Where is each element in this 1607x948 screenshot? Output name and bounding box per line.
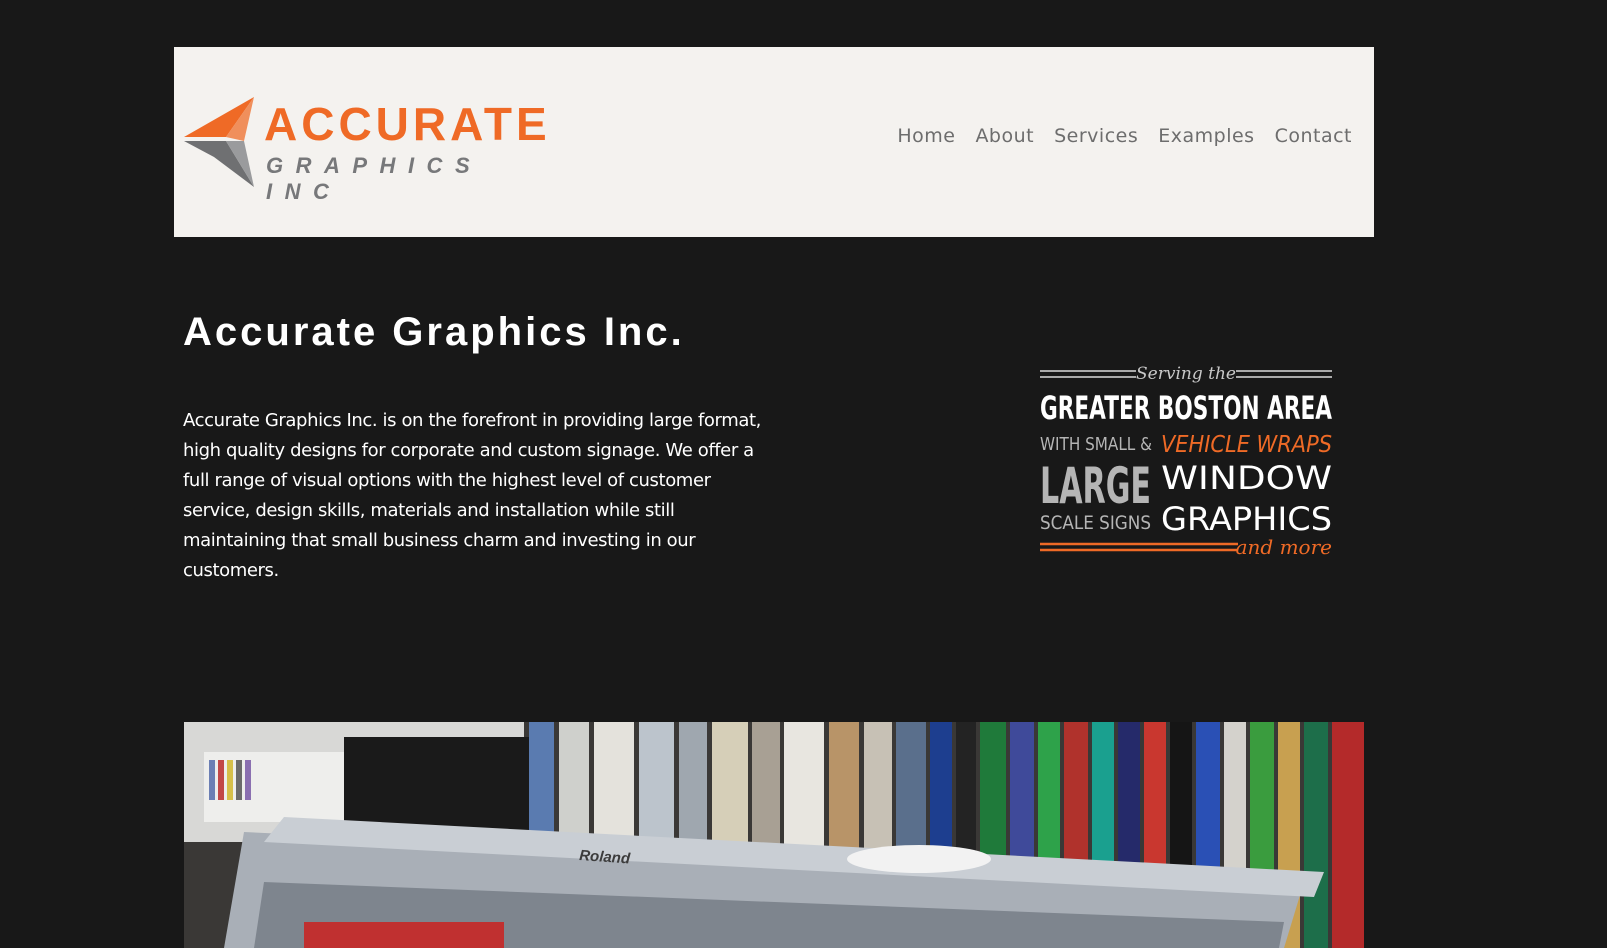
logo-subtitle: GRAPHICS INC <box>266 153 483 204</box>
logo-star-icon <box>184 97 254 187</box>
printer-brand-label: Roland <box>579 847 632 868</box>
site-header: ACCURATE GRAPHICS INC Home About Service… <box>174 47 1374 237</box>
tagline-region: GREATER BOSTON AREA <box>1040 389 1332 427</box>
printer-photo-illustration: Roland <box>184 722 1364 948</box>
tagline-with-small: WITH SMALL & <box>1040 434 1152 455</box>
page-title: Accurate Graphics Inc. <box>183 310 685 354</box>
hero-photo: Roland <box>184 722 1364 948</box>
nav-examples[interactable]: Examples <box>1158 125 1254 147</box>
company-logo[interactable]: ACCURATE GRAPHICS INC <box>184 97 547 204</box>
intro-paragraph: Accurate Graphics Inc. is on the forefro… <box>183 410 761 581</box>
tagline-and-more: and more <box>1236 535 1332 559</box>
tagline-vehicle-wraps: VEHICLE WRAPS <box>1161 432 1332 458</box>
tagline-graphics: GRAPHICS <box>1161 500 1332 538</box>
nav-services[interactable]: Services <box>1054 125 1138 147</box>
main-nav: Home About Services Examples Contact <box>897 125 1352 147</box>
logo-wordmark: ACCURATE <box>264 98 551 150</box>
tagline-large: LARGE <box>1040 457 1151 515</box>
tagline-serving: Serving the <box>1136 364 1236 384</box>
nav-about[interactable]: About <box>975 125 1034 147</box>
tagline-window: WINDOW <box>1161 459 1332 497</box>
nav-home[interactable]: Home <box>897 125 955 147</box>
nav-contact[interactable]: Contact <box>1275 125 1352 147</box>
service-area-graphic: Serving the GREATER BOSTON AREA WITH SMA… <box>1040 364 1332 559</box>
tagline-scale-signs: SCALE SIGNS <box>1040 512 1151 534</box>
